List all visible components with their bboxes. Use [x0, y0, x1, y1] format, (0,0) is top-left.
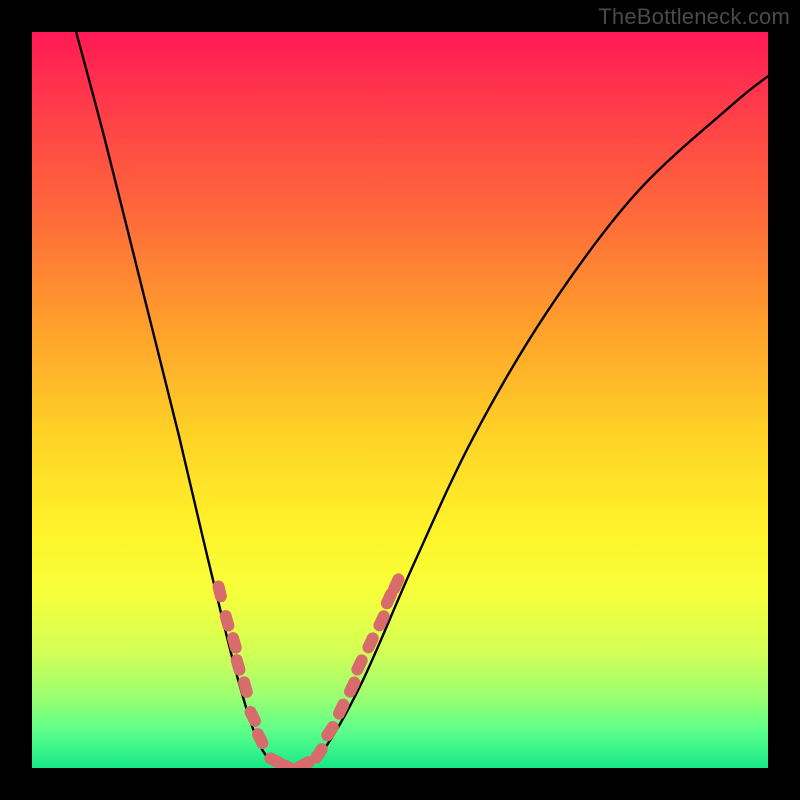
curve-marker: [360, 630, 380, 655]
curve-marker: [237, 675, 254, 699]
marker-layer: [211, 572, 406, 768]
curve-layer: [76, 32, 768, 768]
watermark-text: TheBottleneck.com: [598, 4, 790, 30]
chart-frame: TheBottleneck.com: [0, 0, 800, 800]
bottleneck-curve: [76, 32, 768, 768]
curve-marker: [211, 579, 228, 603]
curve-marker: [319, 719, 341, 744]
plot-area: [32, 32, 768, 768]
curve-marker: [226, 631, 243, 655]
chart-svg: [32, 32, 768, 768]
